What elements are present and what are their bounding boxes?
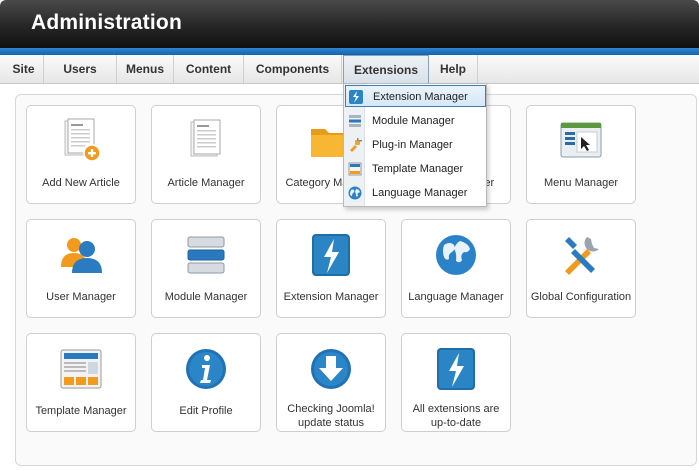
tile-label-line2: up-to-date (430, 417, 482, 429)
globe-icon (436, 235, 476, 275)
template-icon (60, 349, 102, 389)
tile-label: Edit Profile (179, 405, 233, 417)
tile-label: Module Manager (164, 291, 248, 303)
tile-joomla-update-status[interactable]: Checking Joomla! update status (276, 333, 386, 432)
menu-content[interactable]: Content (174, 55, 244, 83)
page-title: Administration (31, 11, 182, 34)
tile-global-configuration[interactable]: Global Configuration (526, 219, 636, 318)
tile-label-line1: All extensions are (412, 403, 500, 415)
globe-icon (348, 186, 362, 200)
dropdown-item-label: Extension Manager (373, 91, 468, 103)
dropdown-item-plugin-manager[interactable]: Plug-in Manager (345, 134, 486, 156)
tile-menu-manager[interactable]: Menu Manager (526, 105, 636, 204)
tile-label: Article Manager (167, 177, 245, 189)
tile-article-manager[interactable]: Article Manager (151, 105, 261, 204)
menu-bar: Site Users Menus Content Components Exte… (0, 55, 699, 84)
plugin-icon (350, 138, 362, 152)
tile-label-line1: Checking Joomla! (287, 403, 375, 415)
tile-add-new-article[interactable]: Add New Article (26, 105, 136, 204)
tile-label-line2: update status (297, 417, 365, 429)
header-bar: Administration (0, 0, 699, 48)
dropdown-item-module-manager[interactable]: Module Manager (345, 110, 486, 132)
tools-icon (565, 237, 599, 275)
module-icon (349, 115, 361, 127)
tile-template-manager[interactable]: Template Manager (26, 333, 136, 432)
menu-help[interactable]: Help (429, 55, 478, 83)
add-article-icon (64, 118, 101, 162)
header-accent-bar (0, 48, 699, 55)
article-manager-icon (190, 119, 221, 157)
lightning-icon (349, 90, 363, 104)
dropdown-item-label: Language Manager (372, 187, 468, 199)
dropdown-item-extension-manager[interactable]: Extension Manager (345, 85, 486, 107)
menu-users[interactable]: Users (44, 55, 117, 83)
tile-label: Extension Manager (283, 291, 379, 303)
menu-manager-icon (560, 122, 602, 158)
menu-menus[interactable]: Menus (117, 55, 174, 83)
info-icon (186, 349, 226, 389)
dropdown-item-label: Template Manager (372, 163, 464, 175)
menu-site[interactable]: Site (4, 55, 44, 83)
menu-extensions[interactable]: Extensions (343, 55, 429, 84)
template-icon (348, 162, 362, 176)
tile-label: Template Manager (35, 405, 127, 417)
extensions-dropdown: Extension Manager Module Manager Plug-in… (343, 83, 487, 207)
tile-label: Add New Article (42, 177, 120, 189)
dropdown-item-label: Plug-in Manager (372, 139, 453, 151)
dropdown-item-language-manager[interactable]: Language Manager (345, 182, 486, 204)
lightning-icon (437, 348, 475, 390)
tile-label: Global Configuration (530, 291, 632, 303)
tile-label: User Manager (46, 291, 116, 303)
tile-edit-profile[interactable]: Edit Profile (151, 333, 261, 432)
tile-module-manager[interactable]: Module Manager (151, 219, 261, 318)
tile-extension-manager[interactable]: Extension Manager (276, 219, 386, 318)
admin-app: Administration Site Users Menus Content … (0, 0, 699, 471)
tile-extensions-up-to-date[interactable]: All extensions are up-to-date (401, 333, 511, 432)
dropdown-item-label: Module Manager (372, 115, 455, 127)
lightning-icon (312, 234, 350, 276)
tile-language-manager[interactable]: Language Manager (401, 219, 511, 318)
module-stack-icon (187, 236, 225, 274)
tile-label: Language Manager (408, 291, 504, 303)
download-icon (311, 349, 351, 389)
tile-label: Menu Manager (544, 177, 618, 189)
dropdown-item-template-manager[interactable]: Template Manager (345, 158, 486, 180)
tile-user-manager[interactable]: User Manager (26, 219, 136, 318)
menu-components[interactable]: Components (244, 55, 342, 83)
users-icon (61, 238, 102, 273)
